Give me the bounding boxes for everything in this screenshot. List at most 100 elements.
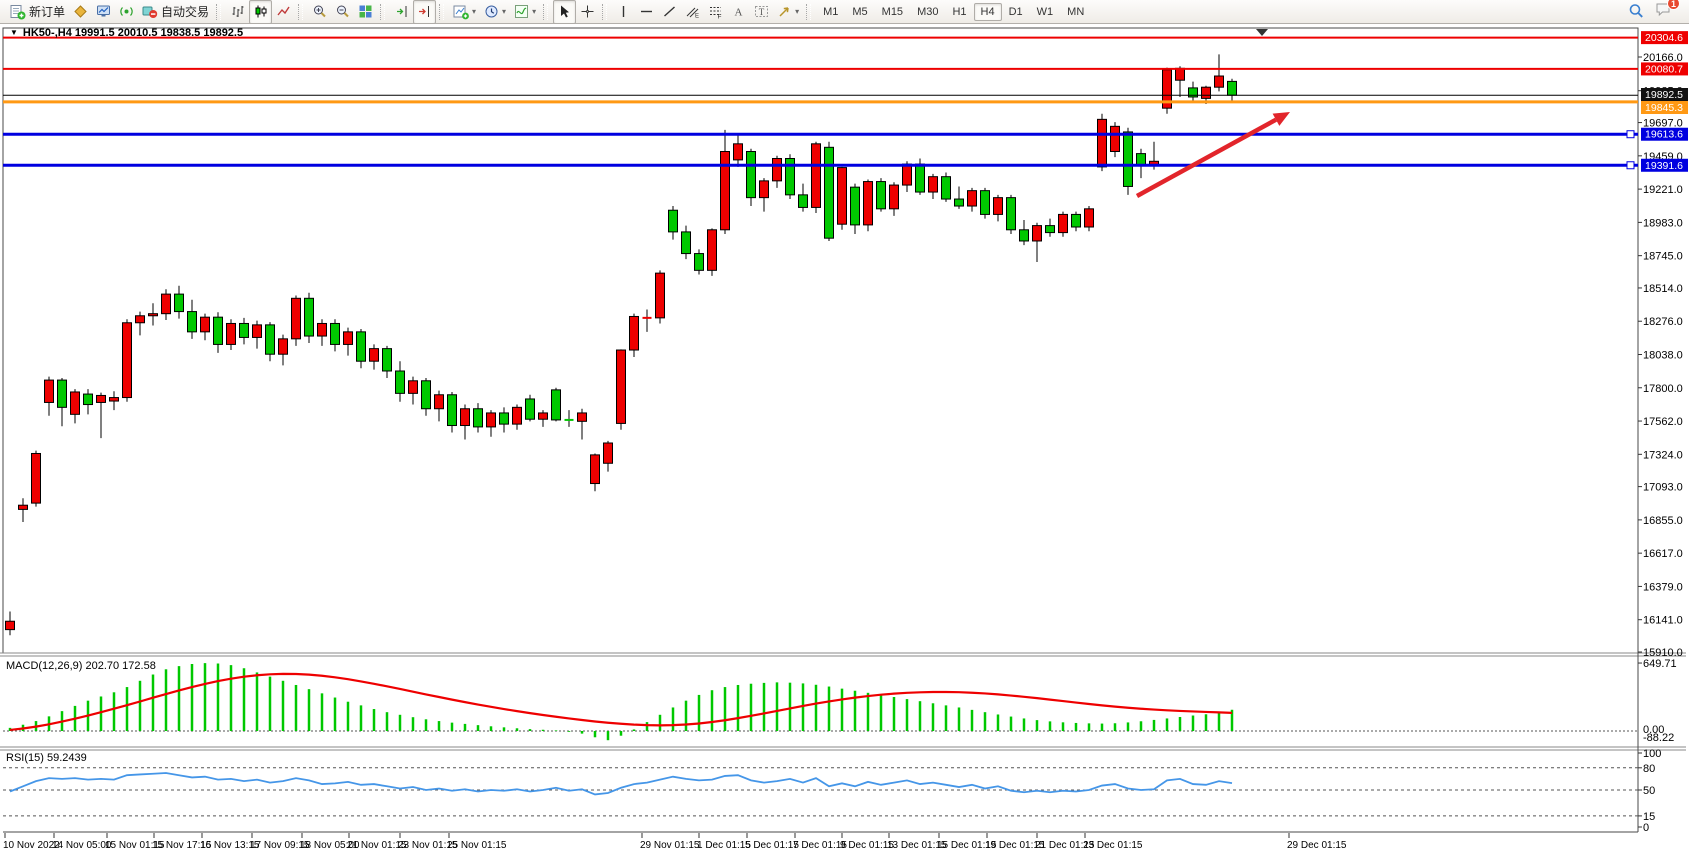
toolbar-separator — [380, 4, 385, 20]
timeframe-d1[interactable]: D1 — [1002, 3, 1030, 21]
toolbar-right-group: 1 — [1628, 1, 1673, 22]
price-badge: 19892.5 — [1641, 88, 1688, 101]
price-tick-label: 16141.0 — [1643, 615, 1683, 627]
candle — [240, 323, 249, 337]
toolbar-button-zoom-in[interactable] — [308, 0, 331, 24]
line-drag-handle[interactable] — [1627, 131, 1634, 138]
chart-canvas[interactable]: 20166.019925.019697.019459.019221.018983… — [0, 24, 1689, 861]
crosshair-icon — [580, 4, 595, 19]
price-tick-label: 17562.0 — [1643, 416, 1683, 428]
timeframe-m5[interactable]: M5 — [845, 3, 874, 21]
text-label-icon: T — [754, 4, 769, 19]
timeframe-mn[interactable]: MN — [1060, 3, 1091, 21]
toolbar-button-new-order[interactable]: 新订单 — [6, 0, 69, 24]
candle — [539, 413, 548, 419]
line-chart-icon — [276, 4, 291, 19]
candle — [500, 413, 509, 424]
rsi-panel: 1008050150 — [3, 748, 1661, 834]
candle — [58, 380, 67, 407]
candle — [1202, 87, 1211, 98]
symbol-ohlc-text: HK50-,H4 19991.5 20010.5 19838.5 19892.5 — [23, 27, 243, 39]
candle — [175, 294, 184, 311]
timeframe-w1[interactable]: W1 — [1030, 3, 1061, 21]
timeframe-h1[interactable]: H1 — [945, 3, 973, 21]
toolbar-button-vertical-line-tool[interactable] — [612, 0, 635, 24]
chart-area: 20166.019925.019697.019459.019221.018983… — [0, 24, 1689, 861]
price-badge-text: 19892.5 — [1645, 89, 1683, 101]
price-badge-text: 19391.6 — [1645, 160, 1683, 172]
cursor-icon — [557, 4, 572, 19]
chat-button[interactable]: 1 — [1655, 1, 1673, 22]
toolbar-button-chart-shift[interactable] — [413, 0, 436, 24]
toolbar-button-tile-windows[interactable] — [354, 0, 377, 24]
indicators-icon — [514, 4, 529, 19]
time-axis: 10 Nov 202214 Nov 05:0015 Nov 01:1515 No… — [3, 833, 1347, 851]
timeframe-h4[interactable]: H4 — [974, 3, 1002, 21]
toolbar-button-auto-scroll[interactable] — [390, 0, 413, 24]
candle — [45, 380, 54, 402]
toolbar-button-period-selector[interactable]: ▾ — [480, 0, 510, 24]
candle — [448, 395, 457, 426]
macd-signal-line — [10, 674, 1232, 730]
time-axis-label: 5 Dec 01:15 — [745, 840, 799, 851]
toolbar-button-horizontal-line-tool[interactable] — [635, 0, 658, 24]
toolbar-button-text-tool[interactable]: A — [727, 0, 750, 24]
toolbar-button-new-chart[interactable]: ▾ — [449, 0, 480, 24]
toolbar-button-cursor-tool[interactable] — [553, 0, 576, 24]
toolbar-button-auto-trading[interactable]: 自动交易 — [138, 0, 213, 24]
toolbar-button-fibonacci-tool[interactable]: F — [704, 0, 727, 24]
candle — [799, 195, 808, 208]
candle — [487, 413, 496, 427]
candle — [84, 394, 93, 404]
candle — [734, 144, 743, 160]
candle — [149, 314, 158, 316]
candle — [1020, 230, 1029, 241]
new-order-icon — [10, 4, 26, 20]
price-tick-label: 16379.0 — [1643, 581, 1683, 593]
candle — [214, 317, 223, 344]
toolbar-button-bar-chart-mode[interactable] — [226, 0, 249, 24]
candle — [669, 210, 678, 232]
main-chart-panel[interactable] — [3, 28, 1638, 653]
price-badge: 19845.3 — [1641, 101, 1688, 114]
toolbar-button-signals[interactable] — [115, 0, 138, 24]
search-icon[interactable] — [1628, 3, 1645, 20]
toolbar-button-profiles[interactable] — [69, 0, 92, 24]
candle — [266, 325, 275, 354]
price-tick-label: 16855.0 — [1643, 515, 1683, 527]
timeframe-m15[interactable]: M15 — [875, 3, 910, 21]
candle — [227, 323, 236, 344]
chart-title: ▼ HK50-,H4 19991.5 20010.5 19838.5 19892… — [10, 27, 243, 39]
toolbar-button-channel-tool[interactable]: E — [681, 0, 704, 24]
svg-text:E: E — [695, 14, 699, 20]
toolbar-button-market-watch[interactable] — [92, 0, 115, 24]
timeframe-m30[interactable]: M30 — [910, 3, 945, 21]
candle — [123, 323, 132, 398]
candle — [1085, 209, 1094, 227]
toolbar-button-line-chart-mode[interactable] — [272, 0, 295, 24]
svg-text:T: T — [759, 7, 765, 17]
candle — [201, 317, 210, 332]
toolbar-separator — [806, 4, 811, 20]
toolbar-button-candlestick-mode[interactable] — [249, 0, 272, 24]
price-badge: 19391.6 — [1641, 159, 1688, 172]
price-tick-label: 18514.0 — [1643, 283, 1683, 295]
candle — [1228, 81, 1237, 95]
toolbar-button-indicators-menu[interactable]: ▾ — [510, 0, 540, 24]
timeframe-m1[interactable]: M1 — [816, 3, 845, 21]
fibonacci-icon: F — [708, 4, 723, 19]
toolbar-button-crosshair-tool[interactable] — [576, 0, 599, 24]
time-axis-label: 1 Dec 01:15 — [697, 840, 751, 851]
one-click-trading-toggle[interactable]: ▼ — [10, 29, 18, 37]
equidistant-channel-icon: E — [685, 4, 700, 19]
toolbar-button-label-tool[interactable]: T — [750, 0, 773, 24]
candle — [851, 187, 860, 225]
candle — [6, 621, 15, 629]
price-tick-label: 17093.0 — [1643, 482, 1683, 494]
toolbar-button-trendline-tool[interactable] — [658, 0, 681, 24]
line-drag-handle[interactable] — [1627, 162, 1634, 169]
candle — [1072, 214, 1081, 227]
price-badge: 20080.7 — [1641, 62, 1688, 75]
toolbar-button-zoom-out[interactable] — [331, 0, 354, 24]
toolbar-button-arrows-tool[interactable]: ▾ — [773, 0, 803, 24]
